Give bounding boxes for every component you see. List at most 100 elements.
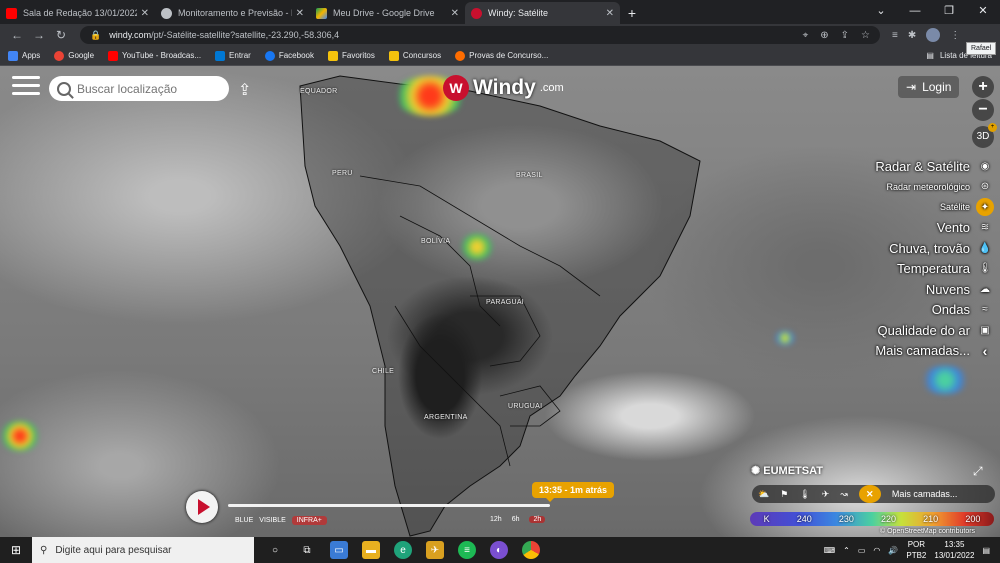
app-icon[interactable]: ◐ <box>490 541 508 559</box>
location-icon[interactable]: ⌖ <box>803 30 809 41</box>
tab-windy-satelite[interactable]: Windy: Satélite ✕ <box>465 2 620 24</box>
range-6h[interactable]: 6h <box>512 516 520 523</box>
tab-search-icon[interactable]: ⌄ <box>864 0 898 22</box>
edge-icon[interactable]: e <box>394 541 412 559</box>
legend-unit[interactable]: K <box>764 514 770 524</box>
bookmark-entrar[interactable]: Entrar <box>215 50 251 61</box>
profile-avatar[interactable] <box>926 28 941 42</box>
minimize-icon[interactable]: — <box>898 0 932 22</box>
layer-qualidade-ar[interactable]: Qualidade do ar ▣ <box>854 320 994 341</box>
storm-cell <box>920 366 970 394</box>
range-2h[interactable]: 2h <box>529 516 546 523</box>
fullscreen-icon[interactable]: ⤢ <box>973 464 983 479</box>
3d-button[interactable]: 3D + <box>972 123 997 148</box>
layer-satelite[interactable]: Satélite ✦ <box>854 197 994 218</box>
network-icon[interactable]: ◠ <box>873 546 880 555</box>
extensions-icon[interactable]: ✱ <box>908 30 916 41</box>
thermometer-icon[interactable]: 🌡 <box>799 489 810 500</box>
bookmark-google[interactable]: Google <box>54 50 94 61</box>
layer-mais-camadas[interactable]: Mais camadas... ‹ <box>854 341 994 362</box>
close-icon[interactable]: ✕ <box>858 485 881 503</box>
quick-more-layers[interactable]: Mais camadas... <box>892 489 958 499</box>
bookmark-label: Entrar <box>229 51 251 60</box>
notifications-icon[interactable]: ▤ <box>982 546 990 555</box>
play-button[interactable] <box>186 491 218 523</box>
bookmark-facebook[interactable]: Facebook <box>264 50 314 61</box>
chrome-icon[interactable] <box>522 541 540 559</box>
keyboard-icon[interactable]: ⌨ <box>824 546 836 555</box>
spotify-icon[interactable]: ≡ <box>458 541 476 559</box>
weather-icon[interactable]: ⛅ <box>758 489 769 500</box>
youtube-icon <box>108 50 119 61</box>
restore-icon[interactable]: ❐ <box>932 0 966 22</box>
forward-icon[interactable]: → <box>28 28 50 42</box>
source-blue[interactable]: BLUE <box>235 517 253 524</box>
back-icon[interactable]: ← <box>6 28 28 42</box>
clock[interactable]: 13:35 13/01/2022 <box>934 539 974 561</box>
hamburger-menu-button[interactable] <box>12 76 40 98</box>
lock-icon[interactable]: 🔒 <box>90 30 101 41</box>
chrome-menu-icon[interactable]: ⋮ <box>950 30 960 41</box>
media-icon[interactable]: ≡ <box>892 30 898 41</box>
zoom-in-button[interactable]: + <box>972 76 994 98</box>
bookmark-concursos[interactable]: Concursos <box>388 50 441 61</box>
bookmark-apps[interactable]: Apps <box>8 50 40 61</box>
volume-icon[interactable]: 🔊 <box>888 546 898 555</box>
close-tab-icon[interactable]: ✕ <box>606 8 614 19</box>
source-visible[interactable]: VISIBLE <box>259 517 285 524</box>
location-search[interactable] <box>49 76 229 101</box>
language-indicator[interactable]: POR PTB2 <box>906 539 926 561</box>
close-window-icon[interactable]: ✕ <box>966 0 1000 22</box>
battery-icon[interactable]: ▭ <box>858 546 866 555</box>
close-tab-icon[interactable]: ✕ <box>451 8 459 19</box>
tab-title: Windy: Satélite <box>488 8 549 18</box>
eumetsat-credit: ✺ EUMETSAT <box>751 464 823 477</box>
tab-title: Monitoramento e Previsão - Brasil <box>178 8 292 18</box>
tab-sala-redacao[interactable]: Sala de Redação 13/01/2022 ✕ <box>0 2 155 24</box>
share-icon[interactable]: ⇪ <box>841 30 849 41</box>
zoom-icon[interactable]: ⊕ <box>820 30 828 41</box>
app-icon[interactable]: ▭ <box>330 541 348 559</box>
file-explorer-icon[interactable]: ▬ <box>362 541 380 559</box>
close-tab-icon[interactable]: ✕ <box>296 8 304 19</box>
osm-credit[interactable]: © OpenStreetMap contributors <box>880 528 975 535</box>
taskbar-search[interactable]: ⚲ Digite aqui para pesquisar <box>32 537 254 563</box>
tab-meu-drive[interactable]: Meu Drive - Google Drive ✕ <box>310 2 465 24</box>
flag-icon[interactable]: ⚑ <box>780 489 788 500</box>
bookmark-provas[interactable]: Provas de Concurso... <box>455 50 548 61</box>
windy-logo: W Windy .com <box>443 75 564 101</box>
timeline-slider[interactable] <box>228 504 550 507</box>
layer-radar-satelite[interactable]: Radar & Satélite ◉ <box>854 156 994 177</box>
tab-monitoramento[interactable]: Monitoramento e Previsão - Brasil ✕ <box>155 2 310 24</box>
search-input[interactable] <box>77 81 217 96</box>
layer-ondas[interactable]: Ondas ≈ <box>854 300 994 321</box>
login-label: Login <box>922 80 952 94</box>
address-bar[interactable]: 🔒 windy.com /pt/-Satélite-satellite?sate… <box>80 26 880 44</box>
layer-radar-meteorologico[interactable]: Radar meteorológico ⊛ <box>854 177 994 198</box>
source-infra[interactable]: INFRA+ <box>291 516 327 525</box>
close-tab-icon[interactable]: ✕ <box>141 8 149 19</box>
cortana-icon[interactable]: ○ <box>266 541 284 559</box>
show-hidden-icons[interactable]: ⌃ <box>843 546 850 555</box>
reload-icon[interactable]: ↻ <box>50 28 72 42</box>
layer-nuvens[interactable]: Nuvens ☁ <box>854 279 994 300</box>
wind-icon[interactable]: ↝ <box>840 489 848 500</box>
legend-value: 200 <box>965 514 981 524</box>
bookmark-youtube[interactable]: YouTube - Broadcas... <box>108 50 201 61</box>
login-button[interactable]: ⇥ Login <box>898 76 960 98</box>
layer-vento[interactable]: Vento ≋ <box>854 218 994 239</box>
windows-start-icon[interactable]: ⊞ <box>0 537 32 563</box>
new-tab-button[interactable]: + <box>620 2 644 24</box>
time-indicator[interactable]: 13:35 - 1m atrás <box>532 482 615 502</box>
task-view-icon[interactable]: ⧉ <box>298 541 316 559</box>
layer-chuva-trovao[interactable]: Chuva, trovão 💧 <box>854 238 994 259</box>
layer-temperatura[interactable]: Temperatura 🌡 <box>854 259 994 280</box>
bookmark-star-icon[interactable]: ☆ <box>861 30 870 41</box>
app-icon[interactable]: ✈ <box>426 541 444 559</box>
range-12h[interactable]: 12h <box>490 516 502 523</box>
zoom-out-button[interactable]: − <box>972 99 994 121</box>
airplane-icon[interactable]: ✈ <box>822 489 830 500</box>
share-icon[interactable]: ⇪ <box>238 80 251 100</box>
satellite-map[interactable]: EQUADOR PERU BRASIL BOLÍVIA PARAGUAI CHI… <box>0 66 1000 537</box>
bookmark-favoritos[interactable]: Favoritos <box>327 50 375 61</box>
